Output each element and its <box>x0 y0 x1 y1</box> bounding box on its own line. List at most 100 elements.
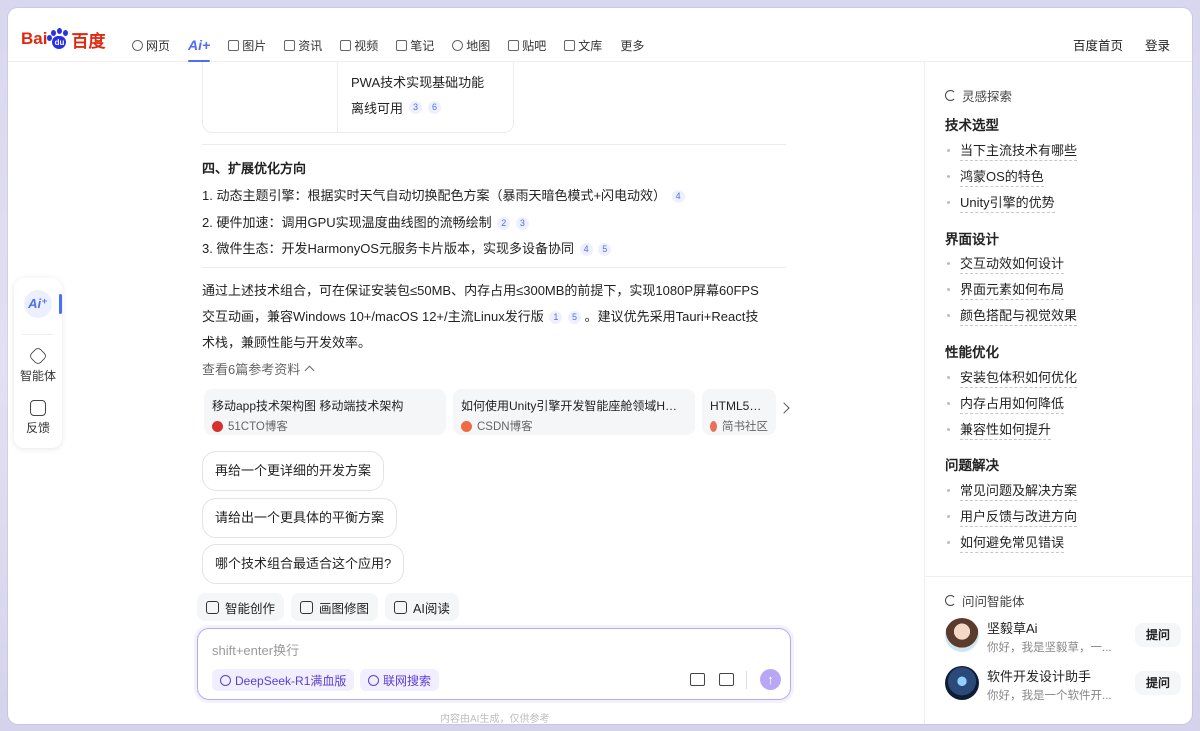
agent-icon <box>945 595 956 606</box>
ask-button[interactable]: 提问 <box>1135 623 1181 647</box>
book-icon <box>394 600 408 614</box>
divider <box>22 334 54 335</box>
chevron-up-icon <box>304 365 315 376</box>
left-float-bar: Ai⁺ 智能体 反馈 <box>14 278 62 448</box>
web-search-toggle[interactable]: 联网搜索 <box>360 669 440 691</box>
answer-area: PWA技术实现基础功能 离线可用 3 6 四、扩展优化方向 1. 动态主题引擎：… <box>197 62 792 724</box>
deepseek-icon <box>220 674 231 686</box>
agents-button[interactable]: 智能体 <box>14 346 62 384</box>
summary-paragraph: 通过上述技术组合，可在保证安装包≤50MB、内存占用≤300MB的前提下，实现1… <box>202 283 759 350</box>
citation-badge[interactable]: 6 <box>428 101 442 114</box>
draw-edit-button[interactable]: 画图修图 <box>291 593 379 621</box>
tab-map[interactable]: 地图 <box>452 36 490 54</box>
tieba-icon <box>508 39 520 51</box>
picture-icon <box>300 600 314 614</box>
doc-icon <box>564 39 576 51</box>
explore-item[interactable]: Unity引擎的优势 <box>947 192 1055 213</box>
model-selector[interactable]: DeepSeek-R1满血版 <box>212 669 355 691</box>
citation-badge[interactable]: 4 <box>671 190 685 203</box>
suggestion-chip[interactable]: 哪个技术组合最适合这个应用? <box>202 544 405 584</box>
chevron-right-icon[interactable] <box>778 402 790 414</box>
ai-read-button[interactable]: AI阅读 <box>385 593 459 621</box>
baidu-home-link[interactable]: 百度首页 <box>1073 35 1123 54</box>
citation-badge[interactable]: 3 <box>515 217 529 230</box>
chat-input-box[interactable]: shift+enter换行 DeepSeek-R1满血版 联网搜索 ↑ <box>197 628 791 700</box>
table-cell-text: 离线可用 3 6 <box>351 98 442 117</box>
group-title: 技术选型 <box>945 118 999 133</box>
logo-baidu-text: 百度 <box>71 31 106 51</box>
tab-wenku[interactable]: 文库 <box>564 36 602 54</box>
explore-item[interactable]: 界面元素如何布局 <box>947 279 1065 300</box>
explore-item[interactable]: 鸿蒙OS的特色 <box>947 166 1044 187</box>
folder-icon[interactable] <box>690 673 705 686</box>
agent-card[interactable]: 坚毅草Ai 你好，我是坚毅草，一... 提问 <box>945 618 1181 658</box>
ask-button[interactable]: 提问 <box>1135 671 1181 695</box>
browser-window: Bai du 百度 网页 Ai+ 图片 资讯 视频 笔记 地图 贴吧 文库 更多… <box>8 8 1192 724</box>
top-right-links: 百度首页 登录 <box>1073 35 1170 54</box>
cube-icon <box>28 346 48 366</box>
inspiration-panel: 灵感探索 技术选型 当下主流技术有哪些 鸿蒙OS的特色 Unity引擎的优势 界… <box>924 62 1192 724</box>
agent-card[interactable]: 软件开发设计助手 你好，我是一个软件开... 提问 <box>945 666 1181 706</box>
tab-ai[interactable]: Ai+ <box>188 36 211 62</box>
site-favicon-icon <box>461 420 472 432</box>
divider <box>925 576 1192 577</box>
active-indicator <box>59 294 62 314</box>
feedback-button[interactable]: 反馈 <box>14 400 62 436</box>
citation-badge[interactable]: 2 <box>497 217 511 230</box>
suggestion-chip[interactable]: 再给一个更详细的开发方案 <box>202 451 385 491</box>
avatar <box>945 618 979 652</box>
explore-item[interactable]: 常见问题及解决方案 <box>947 480 1078 501</box>
comparison-table-bottom: PWA技术实现基础功能 离线可用 3 6 <box>202 62 514 133</box>
tab-images[interactable]: 图片 <box>228 36 266 54</box>
section-title: 四、扩展优化方向 <box>202 161 307 176</box>
list-item: 3. 微件生态：开发HarmonyOS元服务卡片版本，实现多设备协同 4 5 <box>202 238 612 257</box>
image-upload-icon[interactable] <box>719 673 734 686</box>
explore-item[interactable]: 用户反馈与改进方向 <box>947 506 1078 527</box>
citation-badge[interactable]: 5 <box>598 243 612 256</box>
group-title: 性能优化 <box>945 345 999 360</box>
tab-web[interactable]: 网页 <box>132 36 170 54</box>
explore-item[interactable]: 安装包体积如何优化 <box>947 367 1078 388</box>
ai-assistant-button[interactable]: Ai⁺ <box>24 290 52 318</box>
search-icon <box>132 39 143 51</box>
citation-badge[interactable]: 4 <box>579 243 593 256</box>
explore-item[interactable]: 交互动效如何设计 <box>947 253 1065 274</box>
explore-item[interactable]: 颜色搭配与视觉效果 <box>947 305 1078 326</box>
reference-card[interactable]: 如何使用Unity引擎开发智能座舱领域HMI... CSDN博客 <box>453 389 695 435</box>
baidu-logo[interactable]: Bai du 百度 <box>21 26 105 52</box>
reference-card[interactable]: 移动app技术架构图 移动端技术架构 51CTO博客 <box>204 389 446 435</box>
map-icon <box>452 39 464 51</box>
tab-notes[interactable]: 笔记 <box>396 36 434 54</box>
explore-item[interactable]: 内存占用如何降低 <box>947 393 1065 414</box>
avatar <box>945 666 979 700</box>
explore-header: 灵感探索 <box>945 86 1012 105</box>
citation-badge[interactable]: 1 <box>549 311 563 324</box>
references-toggle[interactable]: 查看6篇参考资料 <box>202 359 315 378</box>
list-item: 2. 硬件加速：调用GPU实现温度曲线图的流畅绘制 2 3 <box>202 212 529 231</box>
globe-icon <box>368 674 379 686</box>
logo-bai-text: Bai <box>21 29 48 48</box>
chat-input[interactable]: shift+enter换行 <box>212 640 299 659</box>
video-icon <box>340 39 352 51</box>
news-icon <box>284 39 296 51</box>
tab-tieba[interactable]: 贴吧 <box>508 36 546 54</box>
table-cell-text: PWA技术实现基础功能 <box>351 75 485 90</box>
send-button[interactable]: ↑ <box>760 669 781 690</box>
explore-item[interactable]: 兼容性如何提升 <box>947 419 1052 440</box>
citation-badge[interactable]: 3 <box>409 101 423 114</box>
reference-cards: 移动app技术架构图 移动端技术架构 51CTO博客 如何使用Unity引擎开发… <box>202 389 792 437</box>
image-icon <box>228 39 240 51</box>
login-link[interactable]: 登录 <box>1145 35 1170 54</box>
note-icon <box>396 39 408 51</box>
feedback-icon <box>30 400 46 416</box>
suggestion-chip[interactable]: 请给出一个更具体的平衡方案 <box>202 498 398 538</box>
explore-item[interactable]: 当下主流技术有哪些 <box>947 140 1078 161</box>
tab-news[interactable]: 资讯 <box>284 36 322 54</box>
site-favicon-icon <box>212 420 223 432</box>
explore-item[interactable]: 如何避免常见错误 <box>947 532 1065 553</box>
tab-more[interactable]: 更多 <box>620 36 644 54</box>
smart-create-button[interactable]: 智能创作 <box>197 593 285 621</box>
citation-badge[interactable]: 5 <box>567 311 581 324</box>
reference-card[interactable]: HTML5动画制作 简书社区 <box>702 389 776 435</box>
tab-video[interactable]: 视频 <box>340 36 378 54</box>
